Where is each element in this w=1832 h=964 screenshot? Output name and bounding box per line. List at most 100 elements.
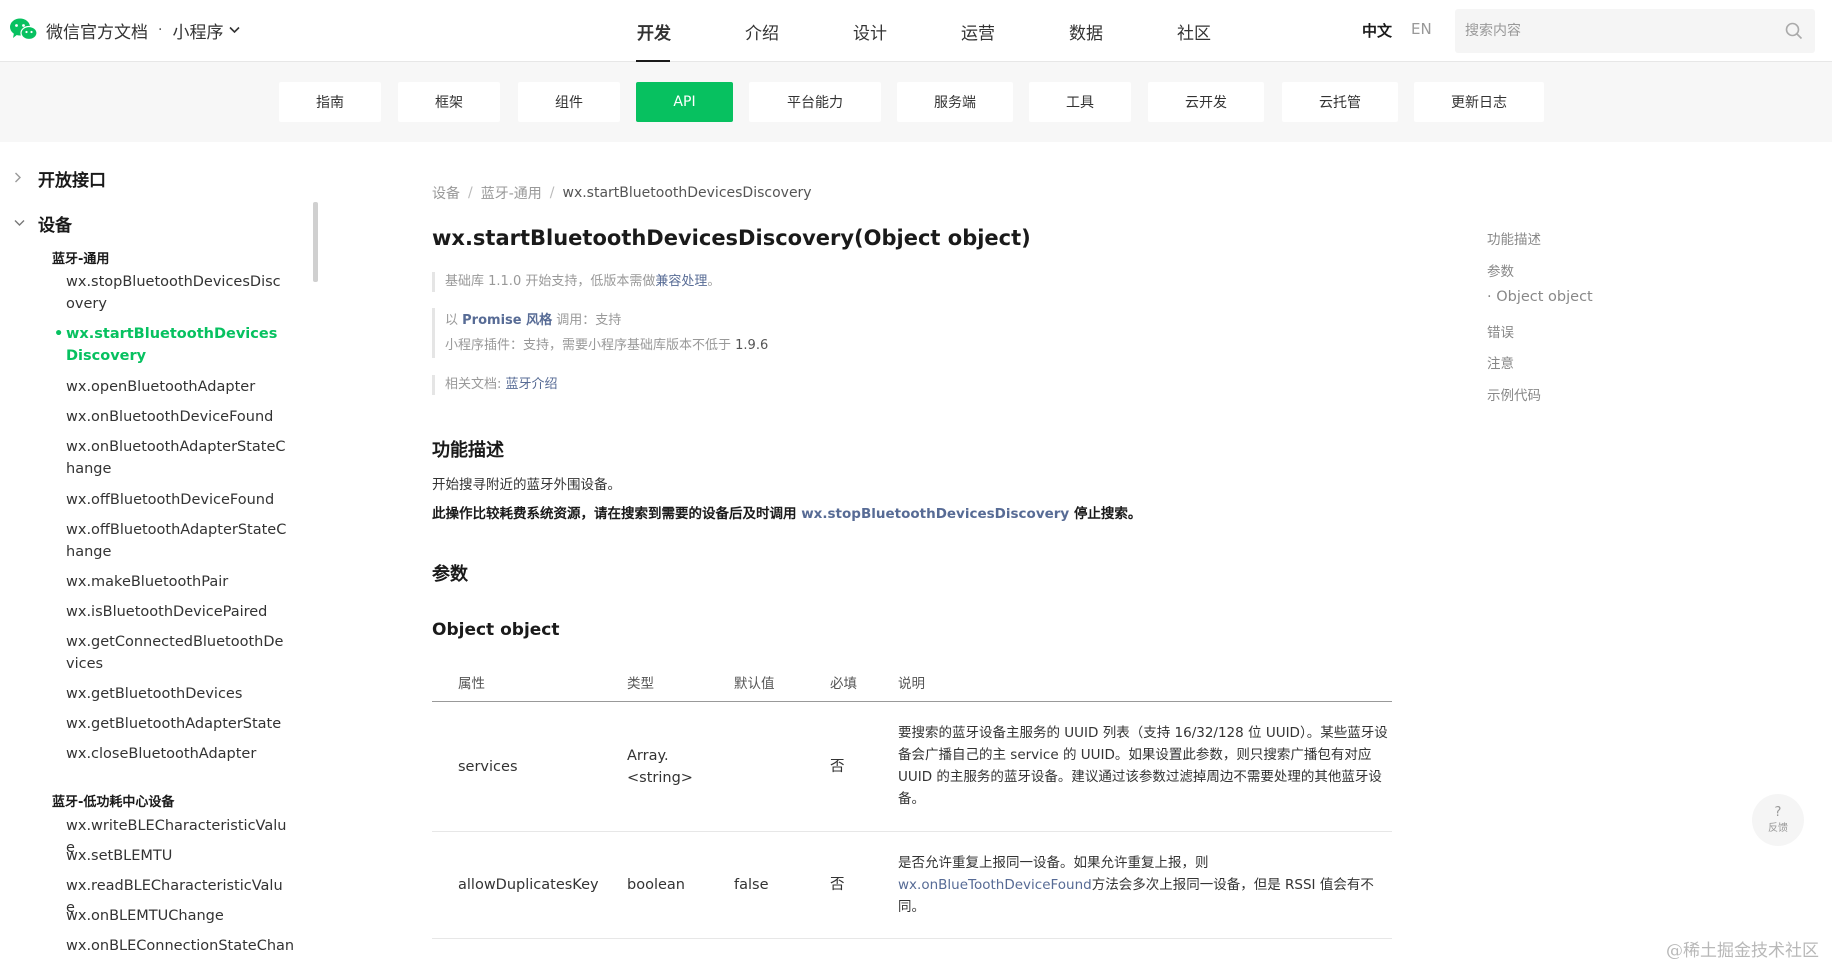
param-type-line2: <string> bbox=[627, 770, 693, 786]
brand-title[interactable]: 微信官方文档 bbox=[46, 18, 148, 43]
breadcrumb-item[interactable]: 设备 bbox=[432, 183, 460, 203]
param-type-line1: Array. bbox=[627, 748, 669, 764]
promise-prefix: 以 bbox=[445, 313, 459, 328]
compat-link[interactable]: 兼容处理 bbox=[655, 274, 707, 289]
toc-item-example[interactable]: 示例代码 bbox=[1487, 384, 1541, 404]
sub-nav: 指南 框架 组件 API 平台能力 服务端 工具 云开发 云托管 更新日志 bbox=[0, 62, 1832, 142]
sidebar-item-make-pair[interactable]: wx.makeBluetoothPair bbox=[66, 571, 288, 593]
toc-item-description[interactable]: 功能描述 bbox=[1487, 228, 1541, 248]
nav-item-intro[interactable]: 介绍 bbox=[708, 0, 816, 62]
breadcrumb-separator: / bbox=[549, 185, 555, 201]
breadcrumb-item[interactable]: 蓝牙-通用 bbox=[481, 183, 542, 203]
product-switcher[interactable]: 小程序 bbox=[172, 18, 241, 43]
tab-component[interactable]: 组件 bbox=[518, 82, 620, 122]
toc-item-notes[interactable]: 注意 bbox=[1487, 352, 1514, 372]
sidebar-section-device[interactable]: 设备 bbox=[14, 211, 72, 236]
toc-item-params[interactable]: 参数 bbox=[1487, 260, 1514, 280]
subheading-object: Object object bbox=[432, 620, 560, 640]
sidebar-item-is-paired[interactable]: wx.isBluetoothDevicePaired bbox=[66, 601, 288, 623]
top-header: 微信官方文档 · 小程序 开发 介绍 设计 运营 数据 社区 中文 EN bbox=[0, 0, 1832, 62]
support-note-end: 。 bbox=[707, 274, 721, 289]
promise-style-link[interactable]: Promise 风格 bbox=[462, 313, 552, 328]
description-paragraph: 开始搜寻附近的蓝牙外围设备。 bbox=[432, 477, 621, 493]
brand[interactable]: 微信官方文档 · 小程序 bbox=[10, 16, 241, 44]
sidebar-group-bluetooth-general[interactable]: 蓝牙-通用 bbox=[52, 248, 109, 267]
sidebar-item-set-ble-mtu[interactable]: wx.setBLEMTU bbox=[66, 845, 288, 867]
param-description-text: 是否允许重复上报同一设备。如果允许重复上报，则 bbox=[898, 855, 1209, 871]
tab-tools[interactable]: 工具 bbox=[1029, 82, 1131, 122]
param-description: 要搜索的蓝牙设备主服务的 UUID 列表（支持 16/32/128 位 UUID… bbox=[898, 725, 1388, 807]
sidebar-item-off-device-found[interactable]: wx.offBluetoothDeviceFound bbox=[66, 489, 288, 511]
stop-discovery-link[interactable]: wx.stopBluetoothDevicesDiscovery bbox=[801, 506, 1069, 522]
sidebar-item-off-adapter-state-change[interactable]: wx.offBluetoothAdapterStateChange bbox=[66, 519, 288, 563]
section-heading-params: 参数 bbox=[432, 564, 468, 585]
tab-cloud-dev[interactable]: 云开发 bbox=[1148, 82, 1264, 122]
nav-item-develop[interactable]: 开发 bbox=[600, 0, 708, 62]
sidebar[interactable]: 开放接口 设备 蓝牙-通用 wx.stopBluetoothDevicesDis… bbox=[0, 142, 320, 964]
sidebar-section-open-api[interactable]: 开放接口 bbox=[14, 166, 106, 191]
param-default: false bbox=[734, 877, 769, 893]
param-required: 否 bbox=[830, 877, 845, 893]
tab-cloud-hosting[interactable]: 云托管 bbox=[1282, 82, 1398, 122]
sidebar-item-stop-discovery[interactable]: wx.stopBluetoothDevicesDiscovery bbox=[66, 271, 288, 315]
lang-zh-link[interactable]: 中文 bbox=[1362, 20, 1392, 41]
toc-item-errors[interactable]: 错误 bbox=[1487, 321, 1514, 341]
sidebar-item-close-adapter[interactable]: wx.closeBluetoothAdapter bbox=[66, 743, 288, 765]
toc-item-object[interactable]: · Object object bbox=[1487, 289, 1593, 305]
sidebar-item-on-adapter-state-change[interactable]: wx.onBluetoothAdapterStateChange bbox=[66, 436, 288, 480]
column-header: 说明 bbox=[898, 676, 925, 692]
sidebar-item-get-devices[interactable]: wx.getBluetoothDevices bbox=[66, 683, 288, 705]
sidebar-item-start-discovery[interactable]: wx.startBluetoothDevicesDiscovery bbox=[54, 323, 288, 367]
on-device-found-link[interactable]: wx.onBlueToothDeviceFound bbox=[898, 877, 1092, 893]
chevron-down-icon bbox=[229, 24, 241, 37]
sidebar-item-get-adapter-state[interactable]: wx.getBluetoothAdapterState bbox=[66, 713, 288, 735]
nav-item-community[interactable]: 社区 bbox=[1140, 0, 1248, 62]
param-name: allowDuplicatesKey bbox=[458, 877, 599, 893]
search-icon[interactable] bbox=[1785, 22, 1803, 40]
main-nav: 开发 介绍 设计 运营 数据 社区 bbox=[600, 0, 1248, 62]
related-docs-label: 相关文档: bbox=[445, 377, 502, 392]
param-type: boolean bbox=[627, 877, 685, 893]
tab-framework[interactable]: 框架 bbox=[398, 82, 500, 122]
watermark: @稀土掘金技术社区 bbox=[1666, 941, 1819, 961]
warning-text-end: 停止搜索。 bbox=[1073, 506, 1142, 522]
sidebar-item-on-ble-mtu-change[interactable]: wx.onBLEMTUChange bbox=[66, 905, 288, 927]
tab-api[interactable]: API bbox=[636, 82, 733, 122]
plugin-note-line: 小程序插件：支持，需要小程序基础库版本不低于 1.9.6 bbox=[445, 333, 768, 358]
wechat-logo-icon bbox=[10, 18, 38, 42]
support-note: 基础库 1.1.0 开始支持，低版本需做兼容处理。 bbox=[432, 272, 720, 292]
lang-en-link[interactable]: EN bbox=[1411, 20, 1432, 38]
plugin-note-text: 小程序插件：支持，需要小程序基础库版本不低于 bbox=[445, 338, 732, 353]
tab-platform[interactable]: 平台能力 bbox=[749, 82, 881, 122]
product-switcher-label: 小程序 bbox=[172, 22, 224, 43]
column-header: 默认值 bbox=[734, 676, 775, 692]
sidebar-item-on-ble-connection-state[interactable]: wx.onBLEConnectionStateChan bbox=[66, 935, 294, 957]
sidebar-group-ble-central[interactable]: 蓝牙-低功耗中心设备 bbox=[52, 791, 174, 810]
support-note-text: 基础库 1.1.0 开始支持，低版本需做 bbox=[445, 274, 656, 289]
param-description: 是否允许重复上报同一设备。如果允许重复上报，则 wx.onBlueToothDev… bbox=[898, 852, 1392, 918]
breadcrumb-current: wx.startBluetoothDevicesDiscovery bbox=[562, 185, 812, 201]
sidebar-scrollbar[interactable] bbox=[313, 202, 318, 282]
tab-guide[interactable]: 指南 bbox=[279, 82, 381, 122]
bluetooth-intro-link[interactable]: 蓝牙介绍 bbox=[506, 377, 558, 392]
nav-item-design[interactable]: 设计 bbox=[816, 0, 924, 62]
search-input[interactable] bbox=[1455, 9, 1815, 53]
column-header: 属性 bbox=[458, 676, 485, 692]
chevron-down-icon bbox=[14, 217, 26, 230]
table-header: 属性 类型 默认值 必填 说明 bbox=[432, 660, 1392, 702]
question-icon: ? bbox=[1774, 805, 1782, 820]
feedback-button[interactable]: ? 反馈 bbox=[1752, 794, 1804, 846]
sidebar-item-get-connected-devices[interactable]: wx.getConnectedBluetoothDevices bbox=[66, 631, 288, 675]
tab-server[interactable]: 服务端 bbox=[897, 82, 1013, 122]
nav-item-data[interactable]: 数据 bbox=[1032, 0, 1140, 62]
warning-text: 此操作比较耗费系统资源，请在搜索到需要的设备后及时调用 bbox=[432, 506, 797, 522]
column-header: 类型 bbox=[627, 676, 654, 692]
promise-note: 以 Promise 风格 调用：支持 小程序插件：支持，需要小程序基础库版本不低… bbox=[432, 308, 768, 358]
sidebar-item-open-adapter[interactable]: wx.openBluetoothAdapter bbox=[66, 376, 288, 398]
related-docs-note: 相关文档: 蓝牙介绍 bbox=[432, 375, 558, 395]
promise-mid: 调用：支持 bbox=[556, 313, 622, 328]
table-row: services Array. <string> 否 要搜索的蓝牙设备主服务的 … bbox=[432, 702, 1392, 832]
nav-item-operation[interactable]: 运营 bbox=[924, 0, 1032, 62]
sidebar-item-on-device-found[interactable]: wx.onBluetoothDeviceFound bbox=[66, 406, 288, 428]
tab-changelog[interactable]: 更新日志 bbox=[1414, 82, 1544, 122]
